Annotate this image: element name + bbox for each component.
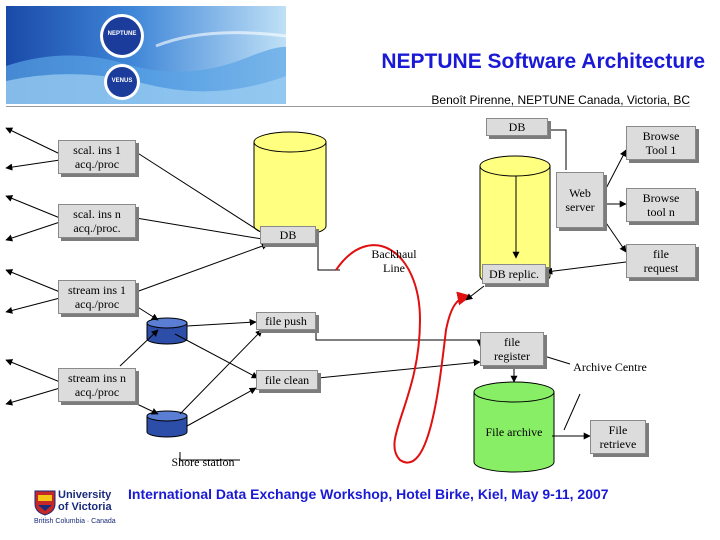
link-db-webserver <box>548 129 567 170</box>
link-store1-filepush <box>186 318 257 327</box>
stream-store-1-cylinder <box>146 317 188 345</box>
link-storen-filepush <box>179 329 263 415</box>
link-centre-retrieve <box>563 393 581 431</box>
link-db-backhaul <box>317 236 340 271</box>
footer-text: International Data Exchange Workshop, Ho… <box>128 486 609 502</box>
file-archive-label: File archive <box>485 425 543 439</box>
backhaul-label: Backhaul Line <box>371 247 417 275</box>
link-scal1-out-b <box>5 159 61 171</box>
link-streamn-out-b <box>5 387 61 406</box>
file-clean-box[interactable]: file clean <box>256 370 318 390</box>
link-scaln-db <box>135 217 269 243</box>
uvic-subtitle: British Columbia · Canada <box>34 518 116 525</box>
shore-db-cylinder <box>253 131 327 237</box>
link-stream1-store <box>135 305 159 321</box>
link-streamn-store1 <box>119 329 159 367</box>
file-register-box[interactable]: file register <box>480 332 544 366</box>
shore-station-label: Shore station <box>171 455 235 469</box>
file-request-box[interactable]: file request <box>626 244 696 278</box>
browse-tool-n-box[interactable]: Browse tool n <box>626 188 696 222</box>
uvic-name: University of Victoria <box>58 489 112 513</box>
link-scaln-out-a <box>5 195 61 219</box>
archive-centre-label: Archive Centre <box>573 360 647 374</box>
link-scal1-out-a <box>5 127 61 155</box>
file-retrieve-box[interactable]: File retrieve <box>590 420 646 454</box>
web-server-box[interactable]: Web server <box>556 172 604 228</box>
uvic-logo: University of Victoria British Columbia … <box>32 488 118 530</box>
scal-instrument-n-box[interactable]: scal. ins n acq./proc. <box>58 204 136 238</box>
link-scal1-db <box>135 151 271 239</box>
link-fileclean-register <box>317 359 481 379</box>
scal-instrument-1-box[interactable]: scal. ins 1 acq./proc <box>58 140 136 174</box>
link-storen-fileclean <box>186 387 257 427</box>
link-streamn-out-a <box>5 359 61 383</box>
link-stream1-db <box>135 242 269 293</box>
archive-db-box[interactable]: DB <box>486 118 548 136</box>
backhaul-line <box>335 244 472 464</box>
link-stream1-out-b <box>5 297 61 314</box>
stream-instrument-1-box[interactable]: stream ins 1 acq./proc <box>58 280 136 314</box>
link-store1-fileclean <box>174 333 259 379</box>
link-stream1-out-a <box>5 269 61 293</box>
link-dbreplic-backhaul <box>465 285 485 301</box>
browse-tool-1-box[interactable]: Browse Tool 1 <box>626 126 696 160</box>
link-filerequest-dbreplic <box>545 261 627 275</box>
db-replic-box[interactable]: DB replic. <box>482 264 546 284</box>
shore-db-box[interactable]: DB <box>260 226 316 244</box>
link-filepush-register <box>315 330 484 347</box>
uvic-crest-icon <box>34 490 56 516</box>
stream-store-n-cylinder <box>146 410 188 438</box>
stream-instrument-n-box[interactable]: stream ins n acq./proc <box>58 368 136 402</box>
file-push-box[interactable]: file push <box>256 312 316 330</box>
link-scaln-out-b <box>5 221 61 242</box>
